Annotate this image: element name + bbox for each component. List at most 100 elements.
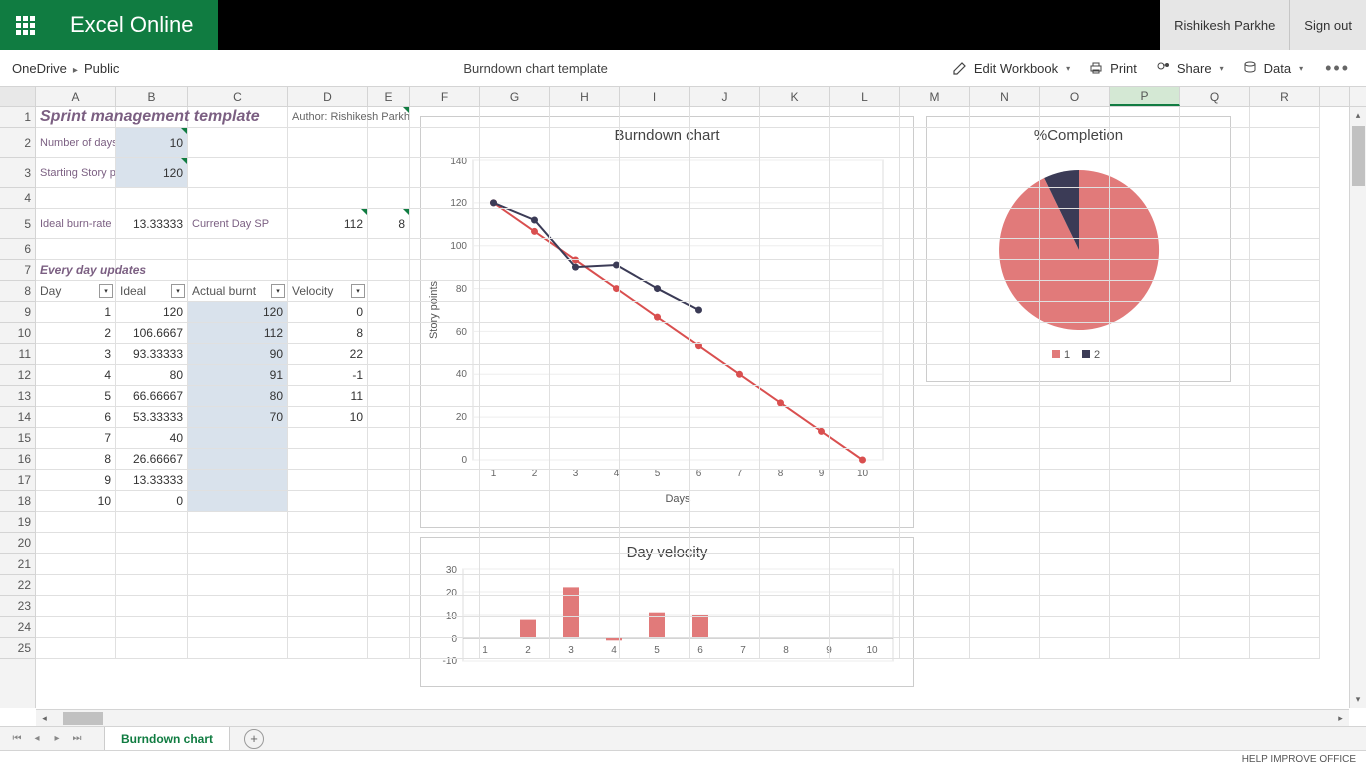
cell-G1[interactable] xyxy=(480,107,550,128)
cell-Q23[interactable] xyxy=(1180,596,1250,617)
cell-O17[interactable] xyxy=(1040,470,1110,491)
column-header-P[interactable]: P xyxy=(1110,87,1180,106)
column-header-I[interactable]: I xyxy=(620,87,690,106)
cell-N8[interactable] xyxy=(970,281,1040,302)
cell-K3[interactable] xyxy=(760,158,830,188)
cell-D3[interactable] xyxy=(288,158,368,188)
cell-O24[interactable] xyxy=(1040,617,1110,638)
cell-M16[interactable] xyxy=(900,449,970,470)
cell-M10[interactable] xyxy=(900,323,970,344)
cell-E14[interactable] xyxy=(368,407,410,428)
column-header-K[interactable]: K xyxy=(760,87,830,106)
cell-R2[interactable] xyxy=(1250,128,1320,158)
cell-Q5[interactable] xyxy=(1180,209,1250,239)
cell-M1[interactable] xyxy=(900,107,970,128)
cell-Q22[interactable] xyxy=(1180,575,1250,596)
cell-R16[interactable] xyxy=(1250,449,1320,470)
column-header-A[interactable]: A xyxy=(36,87,116,106)
cell-H15[interactable] xyxy=(550,428,620,449)
cell-K22[interactable] xyxy=(760,575,830,596)
cell-F20[interactable] xyxy=(410,533,480,554)
cell-M21[interactable] xyxy=(900,554,970,575)
cell-N17[interactable] xyxy=(970,470,1040,491)
cell-L21[interactable] xyxy=(830,554,900,575)
cell-O25[interactable] xyxy=(1040,638,1110,659)
cell-K10[interactable] xyxy=(760,323,830,344)
cell-I9[interactable] xyxy=(620,302,690,323)
cell-P18[interactable] xyxy=(1110,491,1180,512)
cell-R23[interactable] xyxy=(1250,596,1320,617)
cell-F22[interactable] xyxy=(410,575,480,596)
cell-K11[interactable] xyxy=(760,344,830,365)
cell-I23[interactable] xyxy=(620,596,690,617)
cell-N13[interactable] xyxy=(970,386,1040,407)
cell-Q3[interactable] xyxy=(1180,158,1250,188)
cell-N1[interactable] xyxy=(970,107,1040,128)
cell-G19[interactable] xyxy=(480,512,550,533)
column-header-M[interactable]: M xyxy=(900,87,970,106)
cell-L12[interactable] xyxy=(830,365,900,386)
cell-O5[interactable] xyxy=(1040,209,1110,239)
cell-F23[interactable] xyxy=(410,596,480,617)
cell-N23[interactable] xyxy=(970,596,1040,617)
cell-K2[interactable] xyxy=(760,128,830,158)
actual-10[interactable] xyxy=(188,491,288,512)
cell-B23[interactable] xyxy=(116,596,188,617)
cell-K7[interactable] xyxy=(760,260,830,281)
cell-L22[interactable] xyxy=(830,575,900,596)
cell-F14[interactable] xyxy=(410,407,480,428)
col-ideal-header[interactable]: Ideal▾ xyxy=(116,281,188,302)
cell-C19[interactable] xyxy=(188,512,288,533)
row-header-12[interactable]: 12 xyxy=(0,365,35,386)
cell-O14[interactable] xyxy=(1040,407,1110,428)
cell-L7[interactable] xyxy=(830,260,900,281)
cell-E15[interactable] xyxy=(368,428,410,449)
velocity-1[interactable]: 0 xyxy=(288,302,368,323)
cell-F25[interactable] xyxy=(410,638,480,659)
cell-G22[interactable] xyxy=(480,575,550,596)
cell-I24[interactable] xyxy=(620,617,690,638)
cell-F5[interactable] xyxy=(410,209,480,239)
cell-Q19[interactable] xyxy=(1180,512,1250,533)
cell-R15[interactable] xyxy=(1250,428,1320,449)
cell-J24[interactable] xyxy=(690,617,760,638)
day-3[interactable]: 3 xyxy=(36,344,116,365)
cell-L3[interactable] xyxy=(830,158,900,188)
cell-L20[interactable] xyxy=(830,533,900,554)
cell-I19[interactable] xyxy=(620,512,690,533)
cell-A6[interactable] xyxy=(36,239,116,260)
cell-E11[interactable] xyxy=(368,344,410,365)
actual-6[interactable]: 70 xyxy=(188,407,288,428)
edit-workbook-button[interactable]: Edit Workbook ▾ xyxy=(952,60,1070,76)
cell-P22[interactable] xyxy=(1110,575,1180,596)
column-header-E[interactable]: E xyxy=(368,87,410,106)
cell-M5[interactable] xyxy=(900,209,970,239)
cell-N10[interactable] xyxy=(970,323,1040,344)
cell-E19[interactable] xyxy=(368,512,410,533)
cell-K20[interactable] xyxy=(760,533,830,554)
starting-sp-value[interactable]: 120 xyxy=(116,158,188,188)
cell-O10[interactable] xyxy=(1040,323,1110,344)
cell-J25[interactable] xyxy=(690,638,760,659)
cell-P24[interactable] xyxy=(1110,617,1180,638)
cell-O8[interactable] xyxy=(1040,281,1110,302)
cell-R14[interactable] xyxy=(1250,407,1320,428)
cell-E21[interactable] xyxy=(368,554,410,575)
cell-Q11[interactable] xyxy=(1180,344,1250,365)
horizontal-scrollbar[interactable]: ◂ ▸ xyxy=(36,709,1349,726)
ideal-4[interactable]: 80 xyxy=(116,365,188,386)
ideal-7[interactable]: 40 xyxy=(116,428,188,449)
actual-3[interactable]: 90 xyxy=(188,344,288,365)
current-sp-label[interactable]: Current Day SP xyxy=(188,209,288,239)
cell-N2[interactable] xyxy=(970,128,1040,158)
ideal-3[interactable]: 93.33333 xyxy=(116,344,188,365)
cell-D20[interactable] xyxy=(288,533,368,554)
cell-L23[interactable] xyxy=(830,596,900,617)
ideal-1[interactable]: 120 xyxy=(116,302,188,323)
filter-button[interactable]: ▾ xyxy=(171,284,185,298)
filter-button[interactable]: ▾ xyxy=(99,284,113,298)
cell-M3[interactable] xyxy=(900,158,970,188)
cell-D22[interactable] xyxy=(288,575,368,596)
cell-N18[interactable] xyxy=(970,491,1040,512)
column-header-D[interactable]: D xyxy=(288,87,368,106)
